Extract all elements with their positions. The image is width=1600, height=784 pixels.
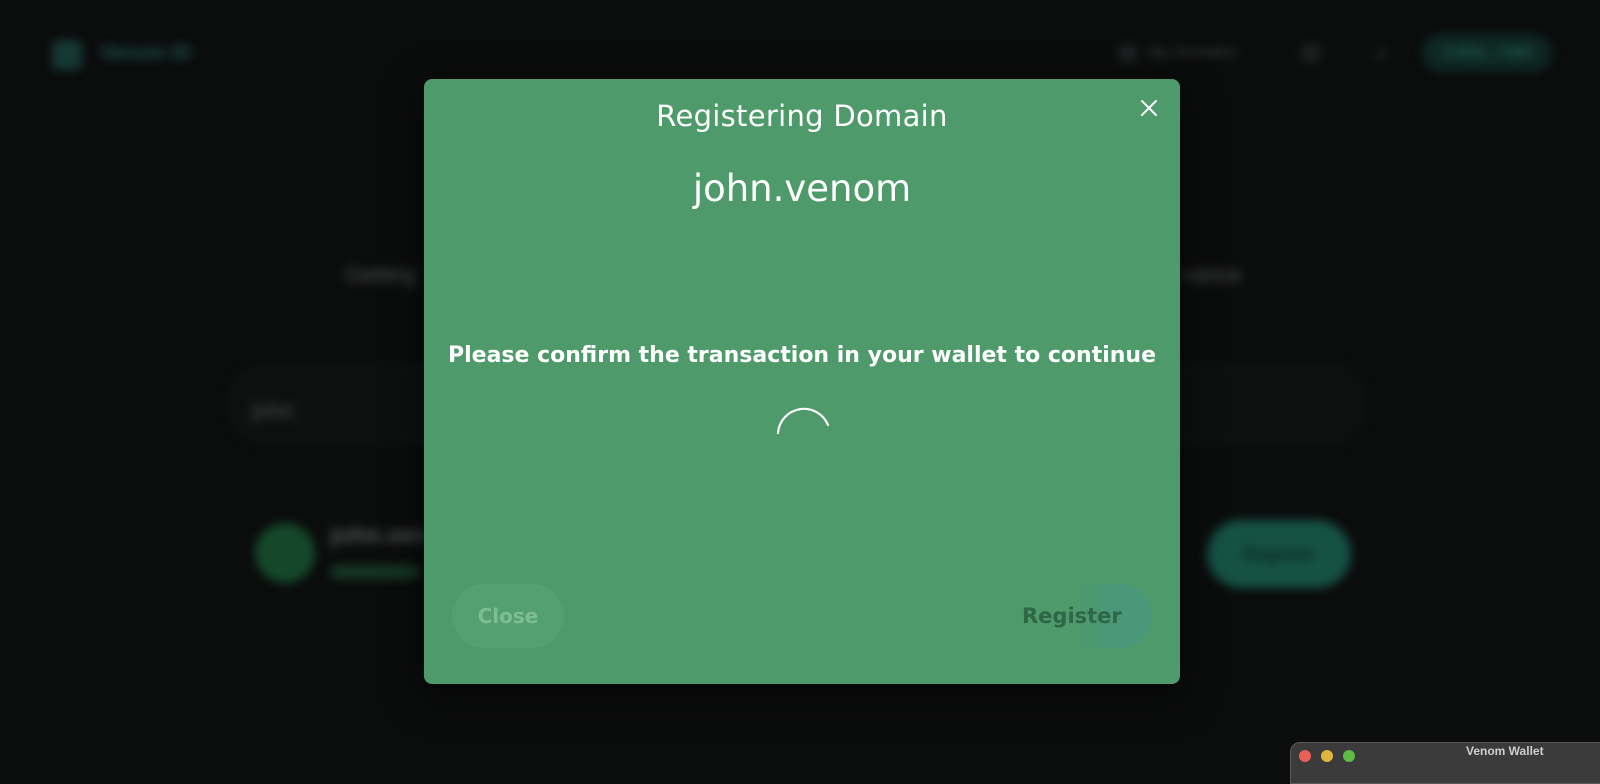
brand-name: Venom ID	[100, 42, 192, 64]
modal-title: Registering Domain	[656, 99, 948, 133]
domains-icon	[1117, 42, 1139, 64]
spinner-icon	[775, 401, 831, 457]
register-button[interactable]: Register	[1022, 584, 1152, 648]
check-icon	[255, 523, 315, 583]
confirm-message: Please confirm the transaction in your w…	[447, 343, 1157, 368]
close-window-icon[interactable]	[1299, 750, 1311, 762]
theme-toggle-icon[interactable]	[1300, 42, 1322, 64]
nav-my-domains[interactable]: My Domains	[1148, 44, 1237, 62]
domain-name: john.venom	[692, 167, 912, 210]
account-button[interactable]: 0:f83a...7389	[1422, 34, 1552, 72]
close-icon[interactable]	[1136, 95, 1162, 121]
headline-right: nance	[1182, 262, 1242, 287]
registering-domain-modal: Registering Domain john.venom Please con…	[424, 79, 1180, 684]
network-icon	[1375, 48, 1387, 60]
wallet-window[interactable]: Venom Wallet	[1290, 742, 1600, 784]
minimize-window-icon[interactable]	[1321, 750, 1333, 762]
result-domain-name: john.ven	[330, 522, 429, 549]
wallet-window-title: Venom Wallet	[1466, 744, 1544, 758]
background-register-button[interactable]: Register	[1207, 520, 1351, 588]
maximize-window-icon[interactable]	[1343, 750, 1355, 762]
search-input[interactable]: john	[252, 398, 294, 424]
result-status	[330, 565, 420, 579]
headline-left: Getting	[345, 262, 416, 287]
brand-logo-icon	[52, 40, 82, 70]
close-button[interactable]: Close	[452, 584, 564, 648]
